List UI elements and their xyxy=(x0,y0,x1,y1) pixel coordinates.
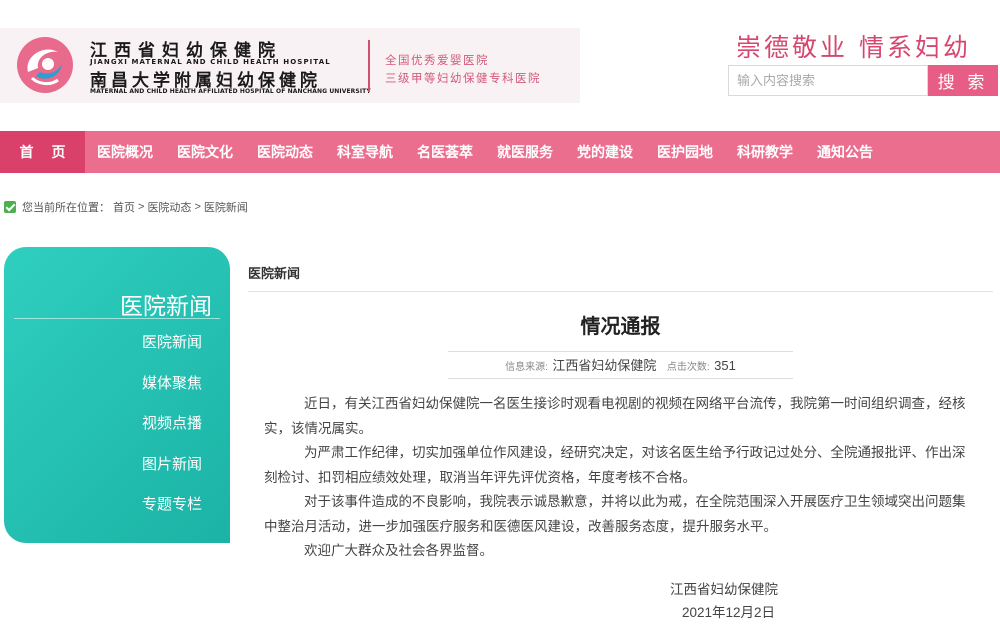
sidebar-title: 医院新闻 xyxy=(120,293,212,319)
sidebar-item-hospital-news[interactable]: 医院新闻 xyxy=(142,329,202,370)
meta-divider-top xyxy=(448,351,793,352)
nav-item-notices[interactable]: 通知公告 xyxy=(805,131,885,173)
article-paragraph: 近日，有关江西省妇幼保健院一名医生接诊时观看电视剧的视频在网络平台流传，我院第一… xyxy=(264,396,966,436)
nav-item-services[interactable]: 就医服务 xyxy=(485,131,565,173)
breadcrumb: 您当前所在位置： 首页 > 医院动态 > 医院新闻 xyxy=(4,199,251,215)
sidebar-menu: 医院新闻 媒体聚焦 视频点播 图片新闻 专题专栏 xyxy=(142,329,202,532)
main-nav: 首页 医院概况 医院文化 医院动态 科室导航 名医荟萃 就医服务 党的建设 医护… xyxy=(0,131,1000,173)
hits-label: 点击次数: xyxy=(666,362,710,373)
article-body: 近日，有关江西省妇幼保健院一名医生接诊时观看电视剧的视频在网络平台流传，我院第一… xyxy=(264,392,969,564)
article-meta: 信息来源: 江西省妇幼保健院 点击次数: 351 xyxy=(448,355,793,375)
article-paragraph: 为严肃工作纪律，切实加强单位作风建设，经研究决定，对该名医生给予行政记过处分、全… xyxy=(264,445,966,485)
nav-item-departments[interactable]: 科室导航 xyxy=(325,131,405,173)
sidebar-item-special[interactable]: 专题专栏 xyxy=(142,491,202,532)
sidebar-item-photo-news[interactable]: 图片新闻 xyxy=(142,451,202,492)
sidebar-divider xyxy=(14,318,220,319)
nav-item-doctors[interactable]: 名医荟萃 xyxy=(405,131,485,173)
search-button[interactable]: 搜 索 xyxy=(928,65,998,96)
breadcrumb-news[interactable]: 医院动态 xyxy=(147,199,191,215)
nav-item-overview[interactable]: 医院概况 xyxy=(85,131,165,173)
hospital-logo-icon[interactable] xyxy=(14,34,76,96)
breadcrumb-home[interactable]: 首页 xyxy=(113,199,135,215)
section-divider xyxy=(248,291,993,292)
affiliated-name-en: MATERNAL AND CHILD HEALTH AFFILIATED HOS… xyxy=(90,88,371,95)
breadcrumb-separator: > xyxy=(138,201,145,213)
site-header: 江西省妇幼保健院 JIANGXI MATERNAL AND CHILD HEAL… xyxy=(0,0,1000,110)
hits-value: 351 xyxy=(714,358,736,373)
breadcrumb-separator: > xyxy=(194,201,201,213)
nav-item-nursing[interactable]: 医护园地 xyxy=(645,131,725,173)
meta-divider-bottom xyxy=(448,378,793,379)
sidebar-item-video[interactable]: 视频点播 xyxy=(142,410,202,451)
breadcrumb-current[interactable]: 医院新闻 xyxy=(204,199,248,215)
article-title: 情况通报 xyxy=(580,316,661,338)
slogan: 崇德敬业 情系妇幼 xyxy=(736,33,971,62)
article-paragraph: 欢迎广大群众及社会各界监督。 xyxy=(304,543,493,558)
sidebar: 医院新闻 医院新闻 媒体聚焦 视频点播 图片新闻 专题专栏 xyxy=(4,247,230,543)
source-label: 信息来源: xyxy=(505,362,548,373)
checkmark-icon xyxy=(4,201,16,213)
article-date: 2021年12月2日 xyxy=(682,605,776,620)
nav-item-research[interactable]: 科研教学 xyxy=(725,131,805,173)
sidebar-item-media[interactable]: 媒体聚焦 xyxy=(142,370,202,411)
logo-divider xyxy=(368,40,370,92)
breadcrumb-prefix: 您当前所在位置： xyxy=(22,202,110,214)
section-title: 医院新闻 xyxy=(248,266,301,281)
article-paragraph: 对于该事件造成的不良影响，我院表示诚恳歉意，并将以此为戒，在全院范围深入开展医疗… xyxy=(264,494,966,534)
article-signature: 江西省妇幼保健院 xyxy=(670,582,778,597)
nav-item-home[interactable]: 首页 xyxy=(0,131,85,173)
honor-text-2: 三级甲等妇幼保健专科医院 xyxy=(385,71,541,85)
nav-item-party[interactable]: 党的建设 xyxy=(565,131,645,173)
source-value: 江西省妇幼保健院 xyxy=(552,358,657,373)
hospital-name-en: JIANGXI MATERNAL AND CHILD HEALTH HOSPIT… xyxy=(90,58,331,66)
nav-item-culture[interactable]: 医院文化 xyxy=(165,131,245,173)
nav-item-news[interactable]: 医院动态 xyxy=(245,131,325,173)
search-input[interactable] xyxy=(728,65,928,96)
honor-text-1: 全国优秀爱婴医院 xyxy=(385,53,489,67)
